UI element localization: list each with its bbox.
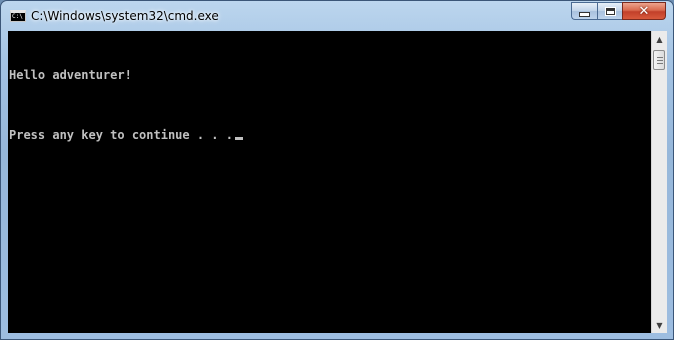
- console-window: C:\ C:\Windows\system32\cmd.exe ✕ Hello …: [0, 0, 674, 340]
- window-controls: ✕: [571, 2, 666, 20]
- prompt-text: Press any key to continue . . .: [9, 128, 233, 142]
- maximize-icon: [604, 6, 616, 16]
- window-title: C:\Windows\system32\cmd.exe: [31, 9, 219, 23]
- minimize-icon: [579, 12, 590, 17]
- cmd-icon[interactable]: C:\: [10, 10, 26, 22]
- scroll-up-arrow-icon[interactable]: ▲: [652, 31, 667, 47]
- scroll-thumb[interactable]: [653, 50, 665, 70]
- thumb-grip-line: [657, 57, 663, 58]
- close-button[interactable]: ✕: [622, 2, 666, 20]
- scroll-down-arrow-icon[interactable]: ▼: [652, 317, 667, 333]
- console-line-greeting: Hello adventurer!: [9, 68, 132, 82]
- maximize-button[interactable]: [597, 2, 622, 20]
- vertical-scrollbar[interactable]: ▲ ▼: [651, 31, 667, 333]
- console-output[interactable]: Hello adventurer! Press any key to conti…: [8, 31, 651, 333]
- minimize-button[interactable]: [571, 2, 597, 20]
- title-bar[interactable]: C:\ C:\Windows\system32\cmd.exe ✕: [1, 1, 673, 31]
- thumb-grip-line: [657, 60, 663, 61]
- close-icon: ✕: [638, 3, 650, 19]
- console-line-prompt: Press any key to continue . . .: [9, 128, 243, 143]
- thumb-grip-line: [657, 63, 663, 64]
- text-cursor: [234, 137, 243, 140]
